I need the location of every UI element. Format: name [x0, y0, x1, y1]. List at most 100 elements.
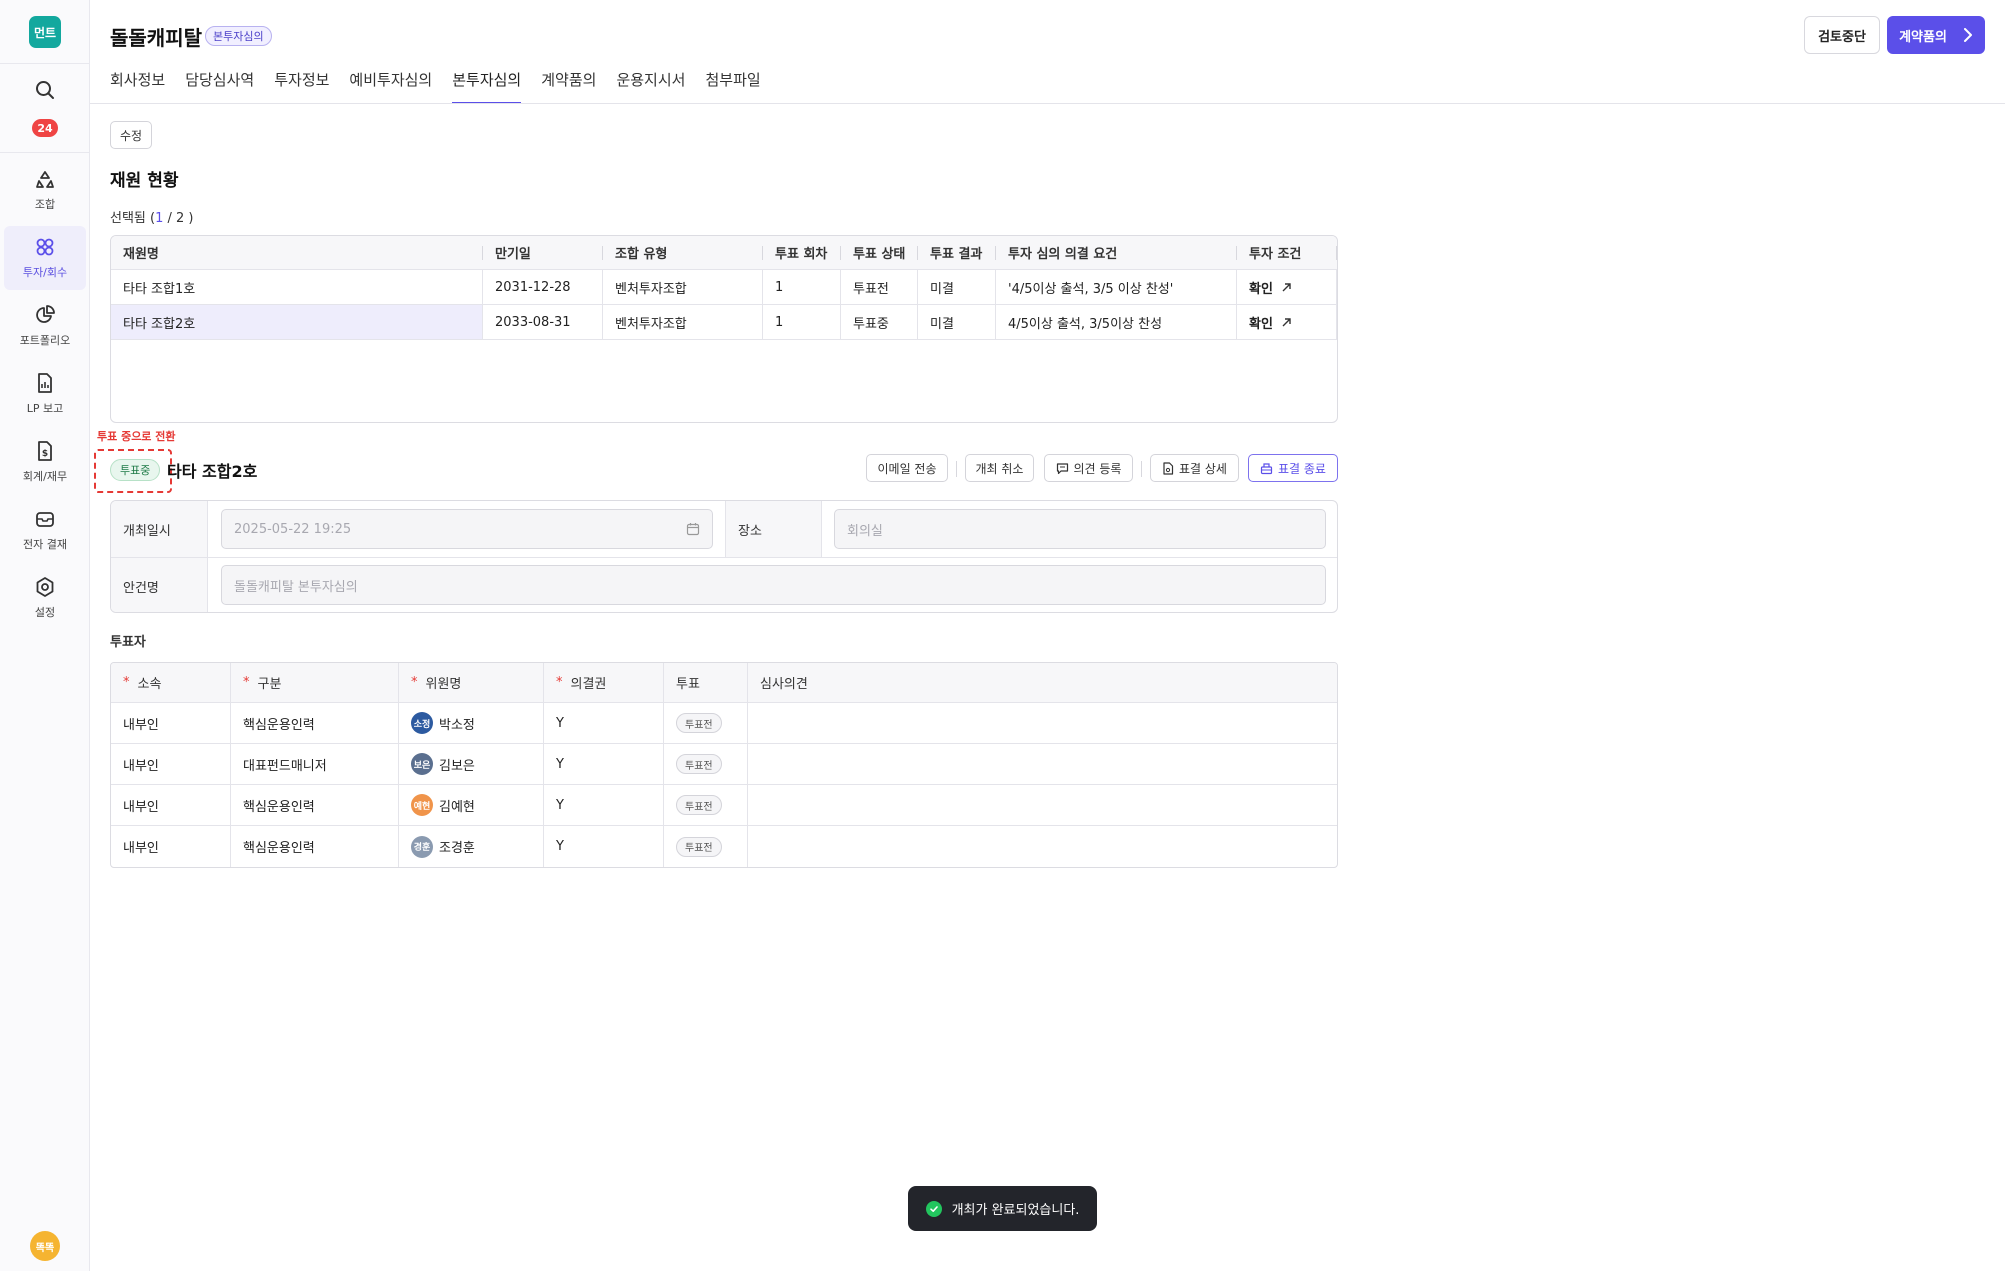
success-toast: 개최가 완료되었습니다. — [908, 1186, 1097, 1231]
vote-cell: 투표전 — [664, 703, 748, 743]
investment-terms-link[interactable]: 확인 — [1237, 305, 1337, 339]
settings-icon — [36, 577, 54, 597]
sidebar-item-portfolio[interactable]: 포트폴리오 — [4, 294, 86, 358]
check-circle-icon — [925, 1200, 942, 1217]
vote-status-badge: 투표전 — [676, 754, 722, 774]
sidebar-item-lp-report[interactable]: LP 보고 — [4, 362, 86, 426]
fund-table: 재원명 만기일 조합 유형 투표 회차 투표 상태 투표 결과 투자 심의 의결… — [110, 235, 1338, 423]
selected-count: 선택됨 (1 / 2 ) — [110, 211, 194, 226]
sidebar-item-settings[interactable]: 설정 — [4, 566, 86, 630]
investment-terms-link[interactable]: 확인 — [1237, 270, 1337, 304]
accounting-icon: $ — [38, 441, 52, 461]
notification-badge[interactable]: 24 — [32, 119, 58, 137]
tab-attachments[interactable]: 첨부파일 — [705, 66, 760, 104]
tab-main-review[interactable]: 본투자심의 — [452, 66, 522, 104]
inbox-icon — [36, 512, 54, 527]
investment-icon — [36, 238, 54, 256]
category-cell: 핵심운용인력 — [231, 826, 399, 867]
vote-cell: 투표전 — [664, 785, 748, 825]
maturity-cell: 2031-12-28 — [483, 270, 603, 304]
sidebar-item-accounting[interactable]: $ 회계/재무 — [4, 430, 86, 494]
table-row[interactable]: 내부인 핵심운용인력 소정 박소정 Y 투표전 — [111, 703, 1337, 744]
resolution-requirement-cell: 4/5이상 출석, 3/5이상 찬성 — [996, 305, 1237, 339]
external-link-icon — [1282, 317, 1291, 326]
column-header: 투표 — [664, 663, 748, 702]
affiliation-cell: 내부인 — [111, 703, 231, 743]
column-header: * 구분 — [231, 663, 399, 702]
sidebar-item-label: 설정 — [34, 606, 56, 619]
vote-cell: 투표전 — [664, 826, 748, 867]
tab-contract-approval[interactable]: 계약품의 — [541, 66, 596, 104]
vote-detail-button[interactable]: 표결 상세 — [1150, 454, 1239, 482]
sidebar-item-investment[interactable]: 투자/회수 — [4, 226, 86, 290]
fund-type-cell: 벤처투자조합 — [603, 270, 763, 304]
sidebar-item-label: 포트폴리오 — [19, 334, 71, 347]
sidebar-divider — [0, 63, 90, 64]
vote-status-badge: 투표중 — [110, 459, 161, 481]
vote-round-cell: 1 — [763, 305, 841, 339]
sidebar-item-approval[interactable]: 전자 결재 — [4, 498, 86, 562]
column-header: 투표 결과 — [918, 236, 996, 269]
table-row[interactable]: 타타 조합2호 2033-08-31 벤처투자조합 1 투표중 미결 4/5이상… — [111, 305, 1337, 340]
edit-button[interactable]: 수정 — [110, 121, 152, 149]
tab-investment-info[interactable]: 투자정보 — [274, 66, 329, 104]
calendar-icon[interactable] — [686, 522, 700, 536]
table-row[interactable]: 내부인 대표펀드매니저 보은 김보은 Y 투표전 — [111, 744, 1337, 785]
cancel-meeting-button[interactable]: 개최 취소 — [965, 454, 1034, 482]
column-header: 투자 심의 의결 요건 — [996, 236, 1237, 269]
toast-message: 개최가 완료되었습니다. — [951, 1203, 1080, 1218]
tab-operation-order[interactable]: 운용지시서 — [616, 66, 685, 104]
sidebar-item-label: 투자/회수 — [22, 266, 68, 279]
category-cell: 핵심운용인력 — [231, 785, 399, 825]
avatar: 소정 — [411, 712, 433, 734]
voters-title: 투표자 — [110, 635, 146, 650]
opinion-cell — [748, 703, 1337, 743]
column-header: 조합 유형 — [603, 236, 763, 269]
sidebar-item-label: 회계/재무 — [22, 470, 68, 483]
affiliation-cell: 내부인 — [111, 744, 231, 784]
member-name-cell: 보은 김보은 — [399, 744, 544, 784]
section-title: 재원 현황 — [110, 171, 179, 191]
sidebar-divider — [0, 152, 90, 153]
app-logo[interactable]: 먼트 — [29, 16, 61, 48]
user-avatar[interactable]: 똑똑 — [30, 1231, 60, 1261]
stop-review-button[interactable]: 검토중단 — [1804, 16, 1880, 54]
search-icon[interactable] — [33, 78, 57, 102]
form-divider — [111, 557, 1337, 558]
document-icon — [1163, 461, 1174, 475]
sidebar-item-fund[interactable]: 조합 — [4, 158, 86, 222]
table-row[interactable]: 타타 조합1호 2031-12-28 벤처투자조합 1 투표전 미결 '4/5이… — [111, 270, 1337, 305]
tab-company-info[interactable]: 회사정보 — [110, 66, 165, 104]
resolution-requirement-cell: '4/5이상 출석, 3/5 이상 찬성' — [996, 270, 1237, 304]
tab-reviewer[interactable]: 담당심사역 — [185, 66, 254, 104]
sidebar: 먼트 24 조합 투자/회수 포트폴리오 LP 보고 $ 회계/재무 전자 결재… — [0, 0, 90, 1271]
sidebar-item-label: 전자 결재 — [23, 538, 67, 551]
contract-approval-button[interactable]: 계약품의 — [1887, 16, 1985, 54]
avatar: 보은 — [411, 753, 433, 775]
column-header: * 의결권 — [544, 663, 664, 702]
tab-bar: 회사정보 담당심사역 투자정보 예비투자심의 본투자심의 계약품의 운용지시서 … — [110, 66, 761, 104]
affiliation-cell: 내부인 — [111, 826, 231, 867]
table-row[interactable]: 내부인 핵심운용인력 경훈 조경훈 Y 투표전 — [111, 826, 1337, 867]
ballot-box-icon — [1260, 462, 1273, 474]
column-header: 투자 조건 — [1237, 236, 1337, 269]
category-cell: 핵심운용인력 — [231, 703, 399, 743]
action-separator — [956, 461, 957, 477]
agenda-input[interactable]: 돌돌캐피탈 본투자심의 — [221, 565, 1326, 605]
end-vote-button[interactable]: 표결 종료 — [1248, 454, 1338, 482]
register-opinion-button[interactable]: 의견 등록 — [1044, 454, 1133, 482]
send-email-button[interactable]: 이메일 전송 — [866, 454, 948, 482]
table-row[interactable]: 내부인 핵심운용인력 예현 김예현 Y 투표전 — [111, 785, 1337, 826]
sidebar-item-label: LP 보고 — [26, 402, 64, 415]
header-divider — [90, 103, 2005, 104]
vote-status-cell: 투표전 — [841, 270, 918, 304]
vote-round-cell: 1 — [763, 270, 841, 304]
vote-status-cell: 투표중 — [841, 305, 918, 339]
voting-right-cell: Y — [544, 703, 664, 743]
tab-preliminary-review[interactable]: 예비투자심의 — [349, 66, 432, 104]
table-header-row: * 소속 * 구분 * 위원명 * 의결권 투표 심사의견 — [111, 663, 1337, 703]
meeting-date-field[interactable]: 2025-05-22 19:25 — [221, 509, 713, 549]
comment-icon — [1056, 462, 1068, 474]
place-input[interactable]: 회의실 — [834, 509, 1326, 549]
fund-name-cell: 타타 조합2호 — [111, 305, 483, 339]
